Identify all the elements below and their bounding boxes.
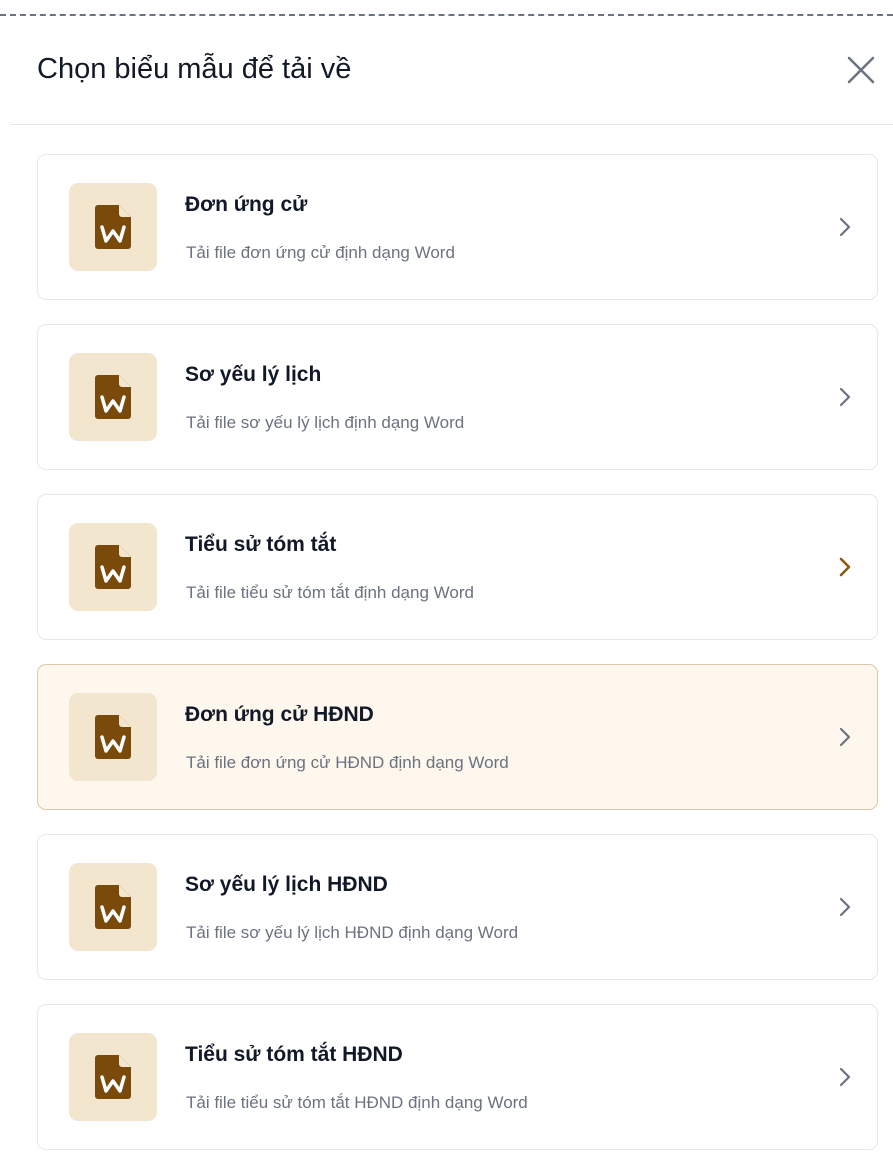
- word-file-icon: [95, 375, 131, 419]
- icon-container: [69, 1033, 157, 1121]
- word-file-icon: [95, 885, 131, 929]
- template-item-tieu-su-tom-tat-hdnd[interactable]: Tiểu sử tóm tắt HĐND Tải file tiểu sử tó…: [37, 1004, 878, 1150]
- template-list: Đơn ứng cử Tải file đơn ứng cử định dạng…: [37, 154, 878, 1174]
- item-title: Tiểu sử tóm tắt: [185, 533, 337, 556]
- top-dashed-edge: [0, 0, 893, 16]
- item-title: Sơ yếu lý lịch HĐND: [185, 873, 388, 896]
- chevron-right-icon: [839, 727, 851, 747]
- icon-container: [69, 863, 157, 951]
- chevron-right-icon: [839, 217, 851, 237]
- item-description: Tải file tiểu sử tóm tắt HĐND định dạng …: [186, 1093, 528, 1112]
- item-description: Tải file sơ yếu lý lịch HĐND định dạng W…: [186, 923, 519, 942]
- template-item-so-yeu-ly-lich-hdnd[interactable]: Sơ yếu lý lịch HĐND Tải file sơ yếu lý l…: [37, 834, 878, 980]
- item-title: Đơn ứng cử: [185, 193, 308, 216]
- item-title: Đơn ứng cử HĐND: [185, 703, 374, 726]
- word-file-icon: [95, 1055, 131, 1099]
- chevron-right-icon: [839, 897, 851, 917]
- icon-container: [69, 183, 157, 271]
- item-title: Sơ yếu lý lịch: [185, 363, 322, 386]
- template-item-don-ung-cu[interactable]: Đơn ứng cử Tải file đơn ứng cử định dạng…: [37, 154, 878, 300]
- item-title: Tiểu sử tóm tắt HĐND: [185, 1043, 403, 1066]
- chevron-right-icon: [839, 1067, 851, 1087]
- chevron-right-icon: [839, 387, 851, 407]
- template-item-don-ung-cu-hdnd[interactable]: Đơn ứng cử HĐND Tải file đơn ứng cử HĐND…: [37, 664, 878, 810]
- close-button[interactable]: [843, 52, 879, 88]
- item-description: Tải file đơn ứng cử HĐND định dạng Word: [186, 753, 509, 772]
- icon-container: [69, 523, 157, 611]
- template-item-tieu-su-tom-tat[interactable]: Tiểu sử tóm tắt Tải file tiểu sử tóm tắt…: [37, 494, 878, 640]
- item-description: Tải file sơ yếu lý lịch định dạng Word: [186, 413, 465, 432]
- header-divider: [10, 124, 893, 125]
- word-file-icon: [95, 715, 131, 759]
- word-file-icon: [95, 205, 131, 249]
- icon-container: [69, 693, 157, 781]
- chevron-right-icon: [839, 557, 851, 577]
- dialog-title: Chọn biểu mẫu để tải về: [37, 53, 352, 85]
- word-file-icon: [95, 545, 131, 589]
- dialog-header: Chọn biểu mẫu để tải về: [0, 38, 893, 100]
- icon-container: [69, 353, 157, 441]
- item-description: Tải file đơn ứng cử định dạng Word: [186, 243, 455, 262]
- close-icon: [847, 56, 875, 84]
- template-item-so-yeu-ly-lich[interactable]: Sơ yếu lý lịch Tải file sơ yếu lý lịch đ…: [37, 324, 878, 470]
- item-description: Tải file tiểu sử tóm tắt định dạng Word: [186, 583, 474, 602]
